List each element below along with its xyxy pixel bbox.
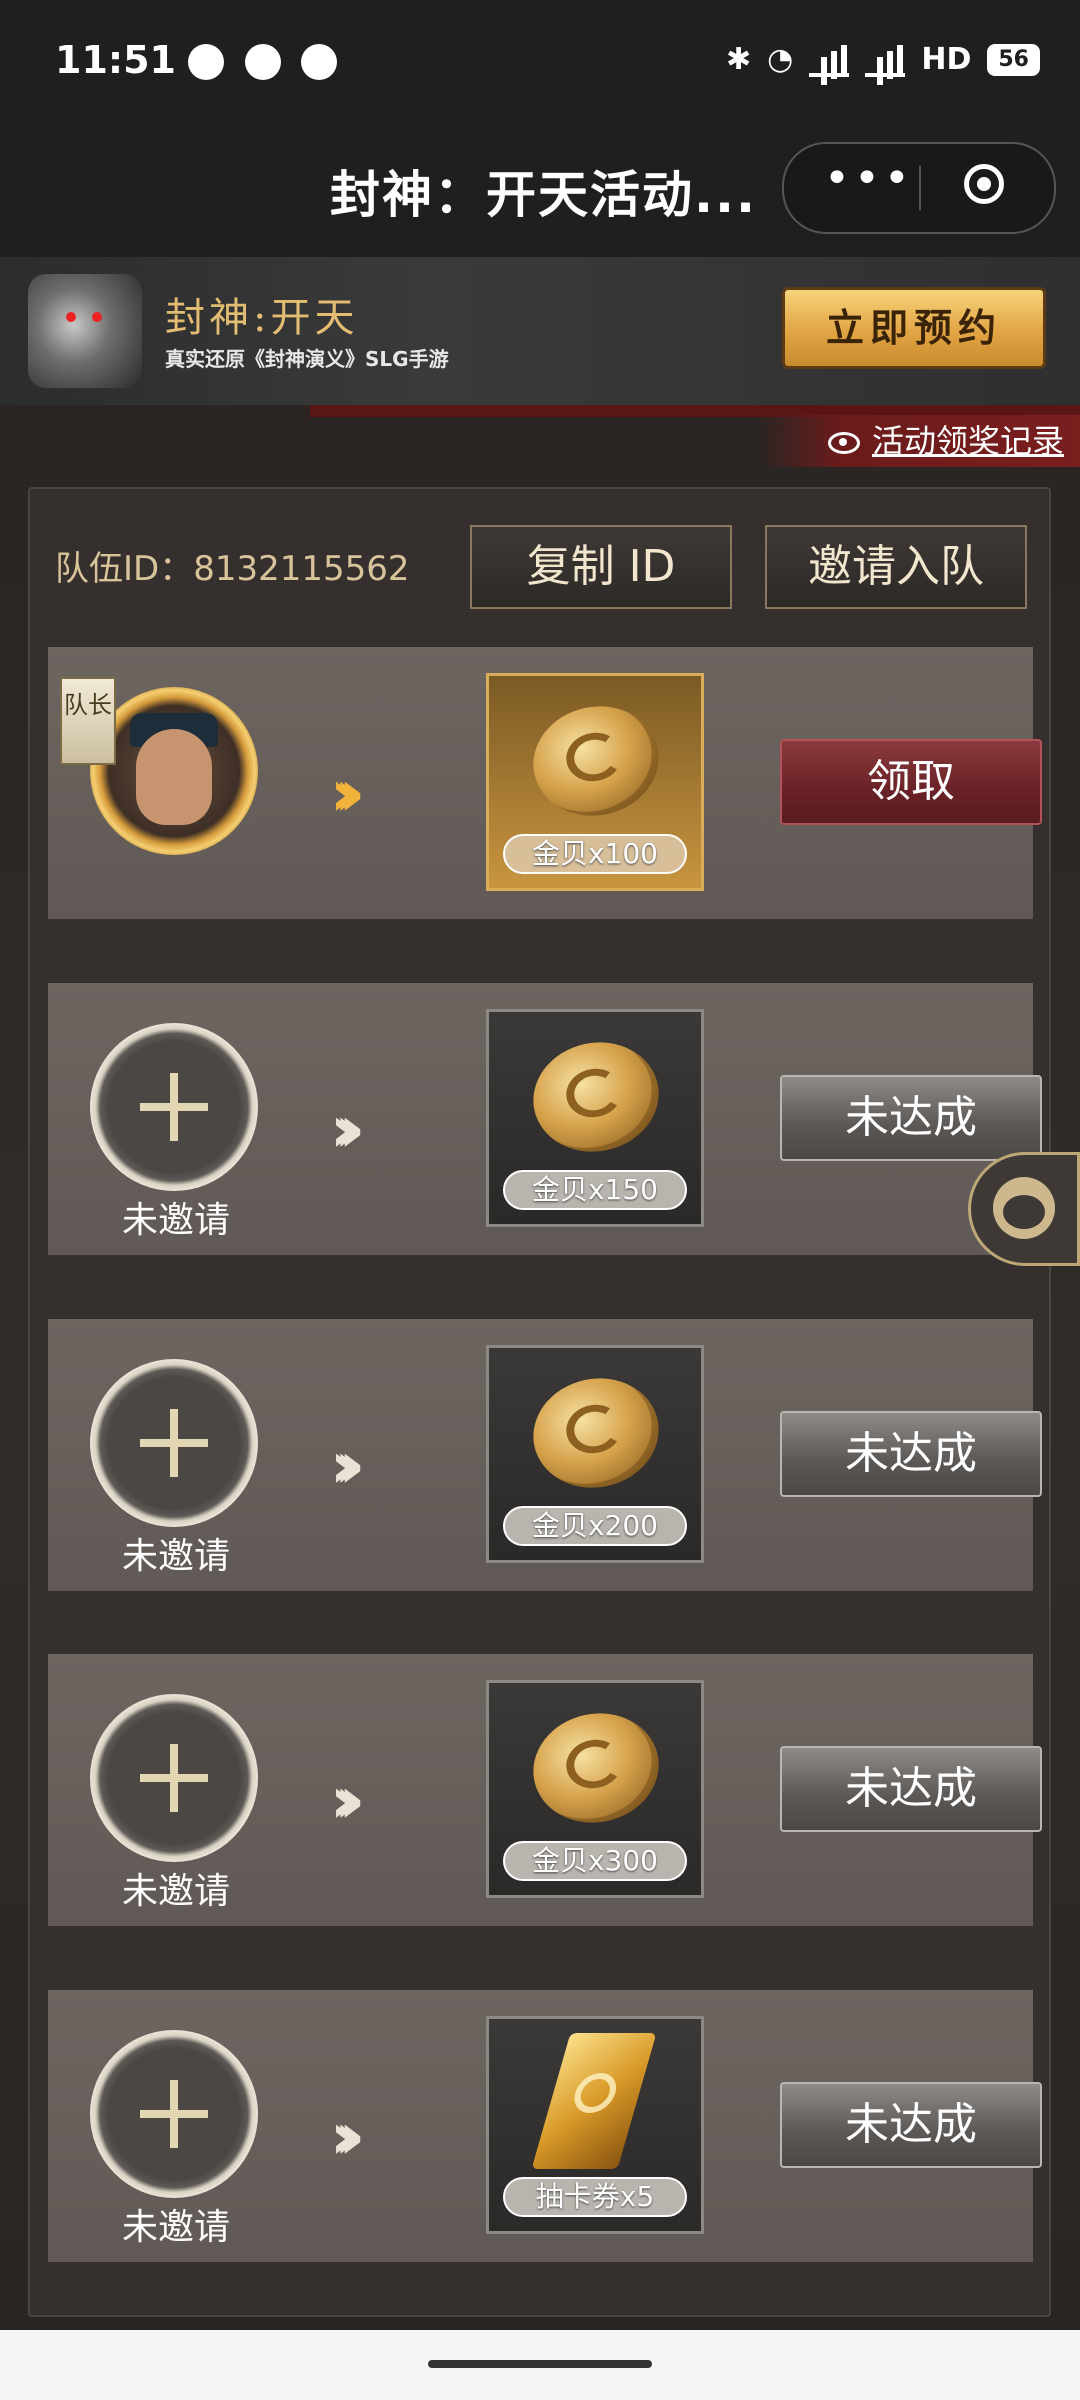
plus-icon-bar: [140, 1774, 208, 1782]
reward-label: 金贝x100: [503, 834, 687, 874]
reward-box: 金贝x200: [486, 1345, 704, 1563]
arrow-icon: ›››: [330, 1764, 365, 1838]
game-banner[interactable]: 封神:开天 真实还原《封神演义》SLG手游 立即预约: [0, 257, 1080, 405]
page-title: 封神：开天活动...: [330, 166, 757, 224]
team-id: 队伍ID：8132115562: [55, 549, 410, 589]
copy-id-button[interactable]: 复制 ID: [470, 525, 732, 609]
reward-box: 金贝x100: [486, 673, 704, 891]
reward-record-link[interactable]: 活动领奖记录: [760, 415, 1080, 467]
member-status: 未邀请: [121, 2207, 230, 2248]
reward-label: 金贝x200: [503, 1506, 687, 1546]
headset-face: [1003, 1195, 1045, 1229]
bluetooth-icon: ✱: [726, 42, 752, 77]
hd-label: HD: [921, 42, 972, 77]
reward-label: 金贝x150: [503, 1170, 687, 1210]
gold-shell-icon: [523, 694, 669, 828]
reserve-button[interactable]: 立即预约: [782, 287, 1046, 369]
reward-row: 未邀请 ››› 金贝x200 未达成: [48, 1319, 1042, 1591]
gold-shell-icon: [523, 1030, 669, 1164]
arrow-icon: ›››: [330, 1093, 365, 1167]
gold-shell-icon: [523, 1701, 669, 1835]
game-name: 封神:开天: [165, 295, 359, 341]
plus-icon-bar: [140, 1439, 208, 1447]
plus-icon-bar: [140, 1103, 208, 1111]
plus-icon-bar: [140, 2110, 208, 2118]
customer-service-button[interactable]: [968, 1152, 1080, 1266]
status-icons: ✱ ◔ HD 56: [726, 42, 1040, 77]
notification-icon: [245, 44, 281, 80]
message-icon: [188, 44, 224, 80]
invite-slot[interactable]: [90, 1023, 258, 1191]
reward-row-leader: 队长 ››› 金贝x100 领取: [48, 647, 1042, 919]
invite-team-button[interactable]: 邀请入队: [765, 525, 1027, 609]
reward-box: 金贝x150: [486, 1009, 704, 1227]
capsule-divider: [919, 166, 921, 210]
reward-box: 抽卡券x5: [486, 2016, 704, 2234]
invite-slot[interactable]: [90, 1359, 258, 1527]
activity-page: 活动领奖记录 队伍ID：8132115562 复制 ID 邀请入队 队长 ›››…: [0, 405, 1080, 2330]
leader-badge: 队长: [60, 677, 116, 765]
member-status: 未邀请: [121, 1536, 230, 1577]
not-achieved-button[interactable]: 未达成: [780, 1075, 1042, 1161]
reward-label: 抽卡券x5: [503, 2177, 687, 2217]
status-time: 11:51: [55, 38, 176, 82]
arrow-icon: ›››: [330, 2100, 365, 2174]
eye-icon: [827, 432, 860, 454]
battery-icon: 56: [987, 43, 1040, 76]
more-icon[interactable]: •••: [824, 157, 910, 204]
reward-row: 未邀请 ››› 抽卡券x5 未达成: [48, 1990, 1042, 2262]
reward-row: 未邀请 ››› 金贝x150 未达成: [48, 983, 1042, 1255]
game-description: 真实还原《封神演义》SLG手游: [165, 347, 449, 371]
team-panel: 队伍ID：8132115562 复制 ID 邀请入队 队长 ››› 金贝x100…: [28, 487, 1051, 2317]
gold-shell-icon: [523, 1366, 669, 1500]
not-achieved-button[interactable]: 未达成: [780, 1746, 1042, 1832]
not-achieved-button[interactable]: 未达成: [780, 2082, 1042, 2168]
game-logo-icon: [28, 274, 142, 388]
claim-button[interactable]: 领取: [780, 739, 1042, 825]
draw-ticket-icon: [531, 2033, 657, 2169]
status-bar: 11:51 ✱ ◔ HD 56: [0, 0, 1080, 125]
signal-icon: [809, 43, 850, 77]
arrow-icon: ›››: [330, 757, 365, 831]
chat-icon: [301, 44, 337, 80]
member-status: 未邀请: [121, 1200, 230, 1241]
avatar-face: [136, 729, 212, 825]
home-indicator[interactable]: [428, 2360, 652, 2368]
reward-row: 未邀请 ››› 金贝x300 未达成: [48, 1654, 1042, 1926]
invite-slot[interactable]: [90, 1694, 258, 1862]
title-bar: 封神：开天活动... •••: [0, 125, 1080, 257]
reward-label: 金贝x300: [503, 1841, 687, 1881]
member-status: 未邀请: [121, 1871, 230, 1912]
mini-program-capsule: •••: [782, 142, 1056, 234]
reward-box: 金贝x300: [486, 1680, 704, 1898]
arrow-icon: ›››: [330, 1429, 365, 1503]
invite-slot[interactable]: [90, 2030, 258, 2198]
wifi-icon: ◔: [767, 42, 794, 77]
close-target-icon[interactable]: [964, 164, 1004, 204]
reward-record-label: 活动领奖记录: [871, 422, 1064, 460]
signal-icon-2: [865, 43, 906, 77]
system-nav-bar: [0, 2330, 1080, 2400]
not-achieved-button[interactable]: 未达成: [780, 1411, 1042, 1497]
